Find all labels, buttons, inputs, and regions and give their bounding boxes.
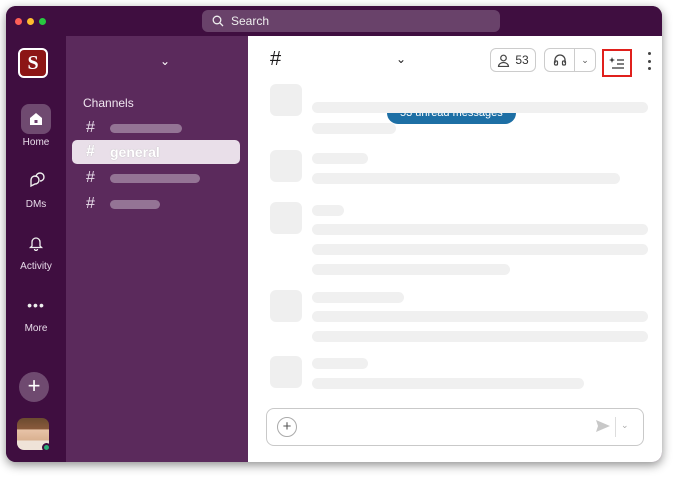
message-line-placeholder [312,244,648,255]
bell-icon [21,228,51,258]
message-line-placeholder [312,331,648,342]
message-line-placeholder [312,292,404,303]
channel-sidebar: ⌄ Channels # # general # # [66,36,248,462]
hash-icon: # [86,169,95,186]
divider [615,417,616,437]
headphones-icon [545,49,575,71]
home-icon [21,104,51,134]
main-pane: # ⌄ 53 ⌄ 53 unread messages + ⌄ [248,36,662,462]
message-line-placeholder [312,123,396,134]
message-composer[interactable]: + ⌄ [266,408,644,446]
message-avatar-placeholder [270,84,302,116]
add-workspace-button[interactable]: + [19,372,49,402]
rail-item-home[interactable]: Home [6,104,66,148]
search-bar[interactable]: Search [202,10,500,32]
hash-icon: # [86,143,95,160]
hash-icon: # [86,195,95,212]
sidebar-channel-item[interactable]: # [72,192,240,216]
rail-label-home: Home [22,137,50,148]
minimize-window-button[interactable] [27,18,34,25]
close-window-button[interactable] [15,18,22,25]
message-line-placeholder [312,378,584,389]
channel-name-placeholder [110,173,200,183]
message-line-placeholder [312,311,648,322]
search-icon [212,15,224,27]
sidebar-channel-general[interactable]: # general [72,140,240,164]
sidebar-channel-item[interactable]: # [72,166,240,190]
channel-header: # ⌄ 53 ⌄ [248,36,662,84]
message-line-placeholder [312,224,648,235]
hash-icon: # [86,119,95,136]
slack-window: Search S Home DMs Activity ••• More + ⌄ … [6,6,662,462]
add-attachment-button[interactable]: + [277,417,297,437]
search-placeholder: Search [231,14,270,28]
message-line-placeholder [312,102,648,113]
message-line-placeholder [312,205,344,216]
channel-name-general: general [110,144,160,160]
message-line-placeholder [312,173,620,184]
members-button[interactable]: 53 [490,48,536,72]
message-avatar-placeholder [270,150,302,182]
canvas-button[interactable] [602,49,632,77]
rail-label-dms: DMs [25,199,47,210]
huddle-button[interactable]: ⌄ [544,48,596,72]
channel-name-placeholder [110,199,160,209]
presence-indicator [42,443,51,452]
chevron-down-icon[interactable]: ⌄ [575,55,595,66]
person-icon [498,54,510,67]
message-avatar-placeholder [270,356,302,388]
channel-hash-icon: # [270,48,282,70]
channels-section-header[interactable]: Channels [83,96,134,110]
more-options-button[interactable] [644,50,654,72]
chevron-down-icon[interactable]: ⌄ [621,420,629,431]
message-line-placeholder [312,358,368,369]
workspace-logo[interactable]: S [18,48,48,78]
zoom-window-button[interactable] [39,18,46,25]
rail-label-more: More [24,323,48,334]
channel-name-placeholder [110,123,182,133]
message-avatar-placeholder [270,290,302,322]
message-line-placeholder [312,264,510,275]
message-avatar-placeholder [270,202,302,234]
rail-item-activity[interactable]: Activity [6,228,66,272]
dms-icon [21,166,51,196]
more-icon: ••• [27,297,45,313]
message-line-placeholder [312,153,368,164]
titlebar: Search [6,6,662,36]
canvas-icon [609,57,624,69]
sidebar-channel-item[interactable]: # [72,116,240,140]
chevron-down-icon[interactable]: ⌄ [396,52,406,66]
member-count: 53 [515,53,529,67]
rail-item-dms[interactable]: DMs [6,166,66,210]
rail-item-more[interactable]: ••• More [6,290,66,334]
send-icon[interactable] [595,418,611,434]
rail-label-activity: Activity [20,261,52,272]
chevron-down-icon[interactable]: ⌄ [160,54,170,68]
